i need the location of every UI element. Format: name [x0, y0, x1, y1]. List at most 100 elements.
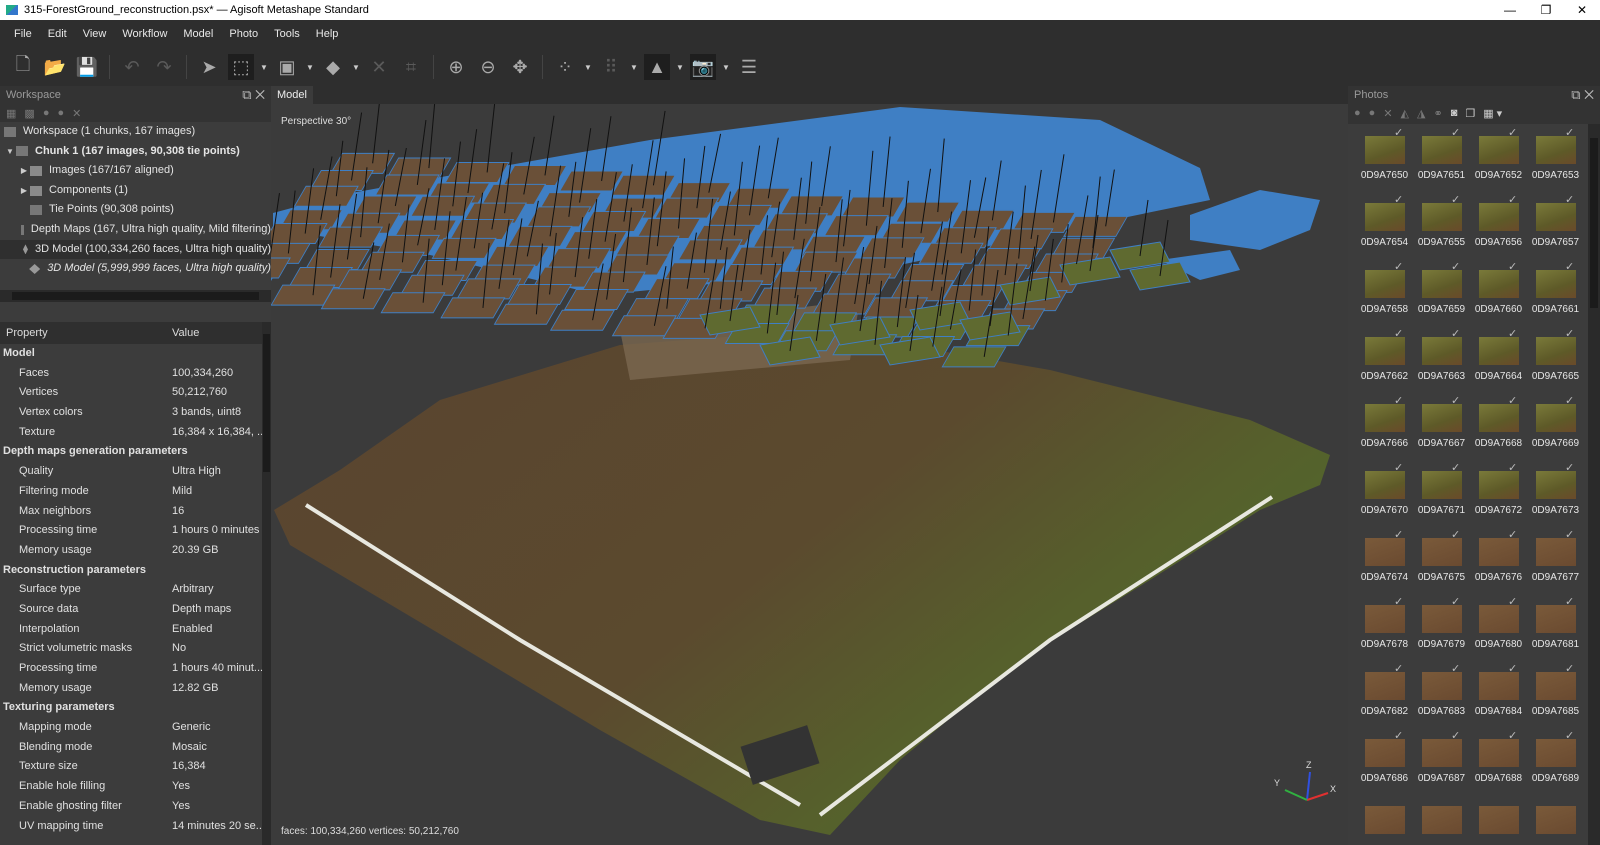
redo-icon[interactable]: ↷	[151, 54, 177, 80]
property-row[interactable]: Vertices 50,212,760	[0, 383, 271, 403]
photo-thumbnail[interactable]: ✓ 0D9A7653	[1527, 124, 1584, 191]
photo-thumbnail[interactable]: ✓ 0D9A7652	[1470, 124, 1527, 191]
3d-scene[interactable]: Z X Y	[271, 104, 1348, 845]
photo-thumbnail[interactable]: ✓ 0D9A7656	[1470, 191, 1527, 258]
photo-thumbnail[interactable]: ✓ 0D9A7674	[1356, 526, 1413, 593]
property-row[interactable]: Memory usage 12.82 GB	[0, 679, 271, 699]
menu-workflow[interactable]: Workflow	[122, 28, 167, 40]
show-cameras-icon[interactable]: 📷	[690, 54, 716, 80]
chevron-down-icon[interactable]: ▼	[722, 63, 730, 72]
property-row[interactable]: Mapping mode Generic	[0, 718, 271, 738]
property-row[interactable]: UV mapping time 14 minutes 20 se...	[0, 817, 271, 837]
rectangle-selection-icon[interactable]: ⬚	[228, 54, 254, 80]
enable-icon[interactable]: ●	[1354, 107, 1361, 119]
vertical-scrollbar[interactable]	[262, 322, 271, 845]
model-textured-icon[interactable]: ▲	[644, 54, 670, 80]
photo-thumbnail[interactable]: ✓ 0D9A7680	[1470, 593, 1527, 660]
property-row[interactable]: Surface type Arbitrary	[0, 580, 271, 600]
property-section[interactable]: Model	[0, 344, 271, 364]
tree-item[interactable]: Workspace (1 chunks, 167 images)	[0, 122, 271, 142]
menu-tools[interactable]: Tools	[274, 28, 300, 40]
save-icon[interactable]: 💾	[74, 54, 100, 80]
remove-icon[interactable]: ✕	[1383, 107, 1392, 120]
property-section[interactable]: Reconstruction parameters	[0, 561, 271, 581]
photo-thumbnail[interactable]: ✓ 0D9A7679	[1413, 593, 1470, 660]
photo-thumbnail[interactable]: ✓ 0D9A7664	[1470, 325, 1527, 392]
tab-model[interactable]: Model	[271, 86, 313, 104]
chevron-down-icon[interactable]: ▼	[584, 63, 592, 72]
maximize-button[interactable]: ❐	[1528, 0, 1564, 20]
new-document-icon[interactable]: 🗋	[10, 54, 36, 80]
tree-item[interactable]: Tie Points (90,308 points)	[0, 200, 271, 220]
tree-item[interactable]: 3D Model (5,999,999 faces, Ultra high qu…	[0, 259, 271, 279]
menu-help[interactable]: Help	[316, 28, 339, 40]
photo-thumbnail[interactable]: ✓ 0D9A7667	[1413, 392, 1470, 459]
photo-thumbnail[interactable]: ✓ 0D9A7654	[1356, 191, 1413, 258]
photo-thumbnail[interactable]: ✓ 0D9A7669	[1527, 392, 1584, 459]
menu-model[interactable]: Model	[183, 28, 213, 40]
photo-thumbnail[interactable]: ✓ 0D9A7673	[1527, 459, 1584, 526]
chevron-down-icon[interactable]: ▼	[352, 63, 360, 72]
property-row[interactable]: Strict volumetric masks No	[0, 639, 271, 659]
remove-icon[interactable]: ✕	[72, 107, 81, 120]
disable-icon[interactable]: ●	[57, 107, 64, 119]
chevron-down-icon[interactable]: ▼	[630, 63, 638, 72]
photo-thumbnail[interactable]: ✓ 0D9A7682	[1356, 660, 1413, 727]
photo-thumbnail[interactable]: ✓ 0D9A7662	[1356, 325, 1413, 392]
enable-icon[interactable]: ●	[43, 107, 50, 119]
photo-thumbnail[interactable]: ✓ 0D9A7675	[1413, 526, 1470, 593]
chevron-right-icon[interactable]: ▶	[18, 181, 30, 201]
horizontal-scrollbar[interactable]	[0, 290, 271, 302]
rotate-right-icon[interactable]: ◮	[1417, 107, 1425, 120]
overlay-icon[interactable]: ❐	[1465, 107, 1475, 120]
open-folder-icon[interactable]: 📂	[42, 54, 68, 80]
photo-thumbnail[interactable]	[1527, 794, 1584, 845]
vertical-scrollbar[interactable]	[1588, 124, 1600, 845]
resize-region-icon[interactable]: ▣	[274, 54, 300, 80]
close-button[interactable]: ✕	[1564, 0, 1600, 20]
property-row[interactable]: Texture 16,384 x 16,384, ...	[0, 423, 271, 443]
delete-selection-icon[interactable]: ✕	[366, 54, 392, 80]
photo-thumbnail[interactable]: ✓ 0D9A7681	[1527, 593, 1584, 660]
property-row[interactable]: Faces 100,334,260	[0, 364, 271, 384]
minimize-button[interactable]: —	[1492, 0, 1528, 20]
property-row[interactable]: Enable ghosting filter Yes	[0, 797, 271, 817]
photo-thumbnail[interactable]: ✓ 0D9A7684	[1470, 660, 1527, 727]
property-row[interactable]: Processing time 1 hours 40 minut...	[0, 659, 271, 679]
photo-thumbnail[interactable]: ✓ 0D9A7658	[1356, 258, 1413, 325]
rotate-object-icon[interactable]: ◆	[320, 54, 346, 80]
property-row[interactable]: Enable hole filling Yes	[0, 777, 271, 797]
photo-thumbnail[interactable]: ✓ 0D9A7678	[1356, 593, 1413, 660]
property-row[interactable]: Vertex colors 3 bands, uint8	[0, 403, 271, 423]
photo-thumbnail[interactable]: ✓ 0D9A7677	[1527, 526, 1584, 593]
photo-thumbnail[interactable]: ✓ 0D9A7657	[1527, 191, 1584, 258]
photo-thumbnail[interactable]: ✓ 0D9A7666	[1356, 392, 1413, 459]
photo-thumbnail[interactable]	[1470, 794, 1527, 845]
photo-thumbnail[interactable]: ✓ 0D9A7686	[1356, 727, 1413, 794]
photo-thumbnail[interactable]: ✓ 0D9A7655	[1413, 191, 1470, 258]
photo-thumbnail[interactable]: ✓ 0D9A7689	[1527, 727, 1584, 794]
panel-float-close-icon[interactable]: ⧉ ✕	[242, 86, 265, 104]
undo-icon[interactable]: ↶	[119, 54, 145, 80]
property-row[interactable]: Processing time 1 hours 0 minutes	[0, 521, 271, 541]
photo-thumbnail[interactable]: ✓ 0D9A7668	[1470, 392, 1527, 459]
navigation-pointer-icon[interactable]: ➤	[196, 54, 222, 80]
photo-thumbnail[interactable]: ✓ 0D9A7650	[1356, 124, 1413, 191]
view-mode-icon[interactable]: ▦ ▾	[1483, 107, 1502, 120]
chevron-right-icon[interactable]: ▶	[18, 161, 30, 181]
layers-icon[interactable]: ☰	[736, 54, 762, 80]
tree-item[interactable]: ▼ Chunk 1 (167 images, 90,308 tie points)	[0, 142, 271, 162]
tree-item[interactable]: 3D Model (100,334,260 faces, Ultra high …	[0, 239, 271, 260]
photo-thumbnail[interactable]: ✓ 0D9A7663	[1413, 325, 1470, 392]
menu-edit[interactable]: Edit	[48, 28, 67, 40]
chevron-down-icon[interactable]: ▼	[676, 63, 684, 72]
column-value[interactable]: Value	[172, 322, 199, 344]
tree-item[interactable]: ▶ Images (167/167 aligned)	[0, 161, 271, 181]
photo-thumbnail[interactable]: ✓ 0D9A7671	[1413, 459, 1470, 526]
photo-thumbnail[interactable]: ✓ 0D9A7683	[1413, 660, 1470, 727]
mask-icon[interactable]: ◙	[1451, 107, 1458, 119]
column-property[interactable]: Property	[0, 322, 172, 344]
property-section[interactable]: Texturing parameters	[0, 698, 271, 718]
rotate-left-icon[interactable]: ◭	[1401, 107, 1409, 120]
chevron-down-icon[interactable]: ▼	[306, 63, 314, 72]
